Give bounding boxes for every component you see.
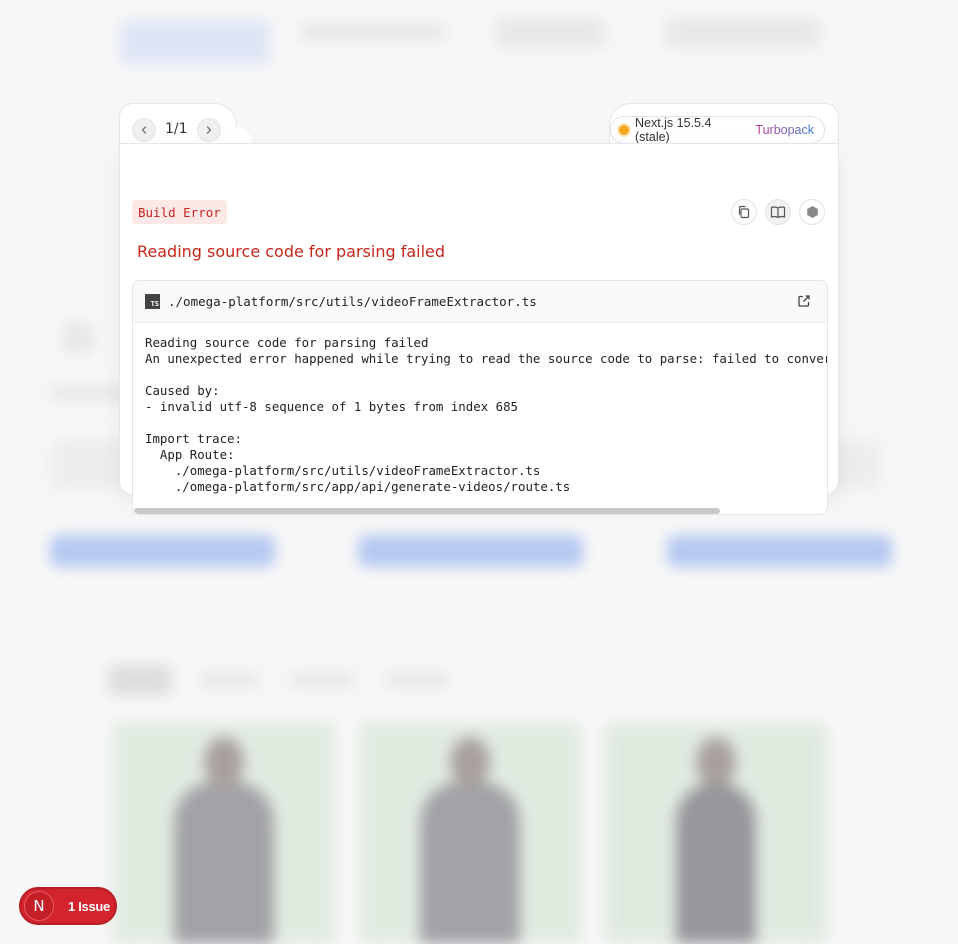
chevron-right-icon [206, 126, 212, 134]
bg-image-card [112, 722, 336, 944]
error-dialog: Build Error Reading source code for pars… [119, 143, 839, 515]
bg-tab [385, 672, 450, 688]
bg-button [667, 535, 892, 567]
issues-count-label: 1 Issue [68, 898, 110, 914]
code-frame: TS ./omega-platform/src/utils/videoFrame… [132, 280, 828, 515]
copy-icon [738, 205, 750, 219]
error-title: Reading source code for parsing failed [137, 242, 446, 261]
version-tab: Next.js 15.5.4 (stale) Turbopack [609, 103, 839, 148]
error-type-badge: Build Error [132, 200, 227, 224]
ts-icon: TS [145, 294, 160, 309]
stale-status-dot [619, 125, 629, 135]
nodejs-inspector-button[interactable] [799, 199, 825, 225]
version-badge[interactable]: Next.js 15.5.4 (stale) Turbopack [610, 116, 825, 144]
bg-tab [290, 672, 355, 688]
bg-image-card [358, 722, 582, 944]
bg-image-card [604, 722, 828, 944]
issues-button[interactable]: N 1 Issue [19, 887, 117, 925]
book-icon [770, 206, 786, 219]
code-frame-header: TS ./omega-platform/src/utils/videoFrame… [133, 281, 827, 323]
bg-nav-item [495, 18, 605, 48]
bg-tab [200, 672, 260, 688]
error-count: 1/1 [165, 121, 188, 137]
bg-nav-item [300, 22, 445, 42]
error-message-body: Reading source code for parsing failed A… [145, 335, 827, 494]
hexagon-icon [806, 206, 818, 218]
bg-nav-item [665, 18, 820, 48]
bg-nav-active [120, 20, 270, 64]
pagination-tab: 1/1 [119, 103, 252, 149]
nextjs-logo-icon: N [24, 891, 54, 921]
bg-button [358, 535, 583, 567]
bg-avatar [60, 320, 96, 356]
chevron-left-icon [141, 126, 147, 134]
horizontal-scrollbar[interactable] [134, 508, 720, 514]
docs-button[interactable] [765, 199, 791, 225]
bg-tab [108, 664, 172, 696]
version-text: Next.js 15.5.4 (stale) [634, 116, 712, 144]
bg-button [50, 535, 275, 567]
copy-button[interactable] [731, 199, 757, 225]
external-link-icon[interactable] [797, 294, 811, 308]
next-error-button[interactable] [197, 118, 221, 142]
prev-error-button[interactable] [132, 118, 156, 142]
file-path: ./omega-platform/src/utils/videoFrameExt… [168, 294, 537, 309]
bundler-name: Turbopack [755, 123, 814, 137]
